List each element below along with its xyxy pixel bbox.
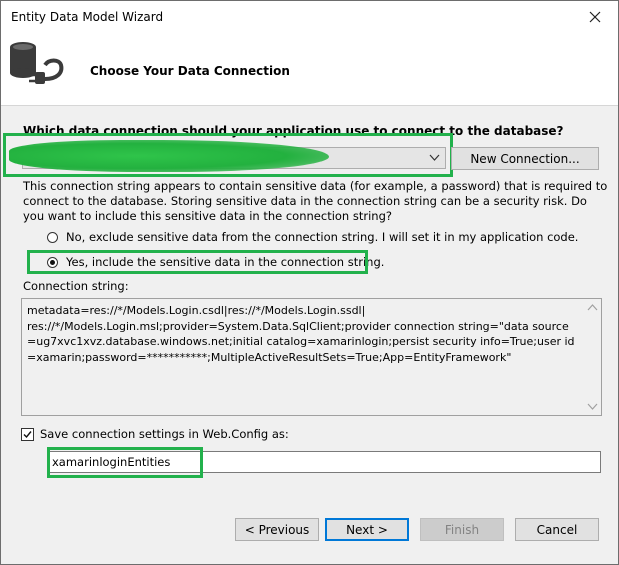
scroll-down-icon[interactable] — [584, 399, 601, 413]
connection-string-scrollbar[interactable] — [584, 299, 601, 415]
chevron-down-icon — [429, 154, 440, 161]
finish-button[interactable]: Finish — [420, 518, 504, 541]
exclude-radio[interactable] — [47, 231, 58, 243]
next-button[interactable]: Next > — [325, 518, 409, 541]
window-title: Entity Data Model Wizard — [11, 10, 164, 24]
connection-string-label: Connection string: — [23, 279, 129, 293]
save-settings-checkbox[interactable] — [21, 427, 34, 441]
scroll-up-icon[interactable] — [584, 301, 601, 315]
include-radio[interactable] — [47, 256, 58, 268]
save-settings-label: Save connection settings in Web.Config a… — [40, 427, 289, 441]
database-connection-icon — [10, 42, 64, 84]
cancel-button[interactable]: Cancel — [515, 518, 599, 541]
connection-string-box[interactable]: metadata=res://*/Models.Login.csdl|res:/… — [21, 298, 602, 416]
data-connection-dropdown[interactable] — [9, 140, 446, 172]
exclude-sensitive-option[interactable]: No, exclude sensitive data from the conn… — [47, 230, 578, 244]
include-sensitive-option[interactable]: Yes, include the sensitive data in the c… — [47, 255, 384, 269]
new-connection-button[interactable]: New Connection... — [451, 147, 599, 170]
finish-label: Finish — [444, 522, 480, 537]
wizard-header: Choose Your Data Connection — [1, 33, 618, 106]
redaction-scribble — [9, 140, 329, 172]
wizard-window: Entity Data Model Wizard Choose Your Dat… — [0, 0, 619, 565]
cancel-label: Cancel — [536, 522, 578, 537]
page-title: Choose Your Data Connection — [90, 64, 290, 78]
previous-label: < Previous — [244, 522, 310, 537]
exclude-option-label: No, exclude sensitive data from the conn… — [66, 230, 579, 244]
connection-string-text: metadata=res://*/Models.Login.csdl|res:/… — [27, 304, 575, 364]
title-bar: Entity Data Model Wizard — [1, 1, 618, 33]
entity-name-input[interactable]: xamarinloginEntities — [47, 451, 601, 473]
previous-button[interactable]: < Previous — [235, 518, 319, 541]
sensitive-data-note: This connection string appears to contai… — [23, 179, 608, 223]
new-connection-label: New Connection... — [470, 151, 580, 166]
checkmark-icon — [23, 430, 32, 438]
save-settings-option[interactable]: Save connection settings in Web.Config a… — [21, 427, 289, 441]
connection-question: Which data connection should your applic… — [23, 124, 564, 138]
close-button[interactable] — [578, 4, 612, 30]
close-icon — [589, 11, 601, 23]
next-label: Next > — [346, 522, 388, 537]
include-option-label: Yes, include the sensitive data in the c… — [66, 255, 385, 269]
